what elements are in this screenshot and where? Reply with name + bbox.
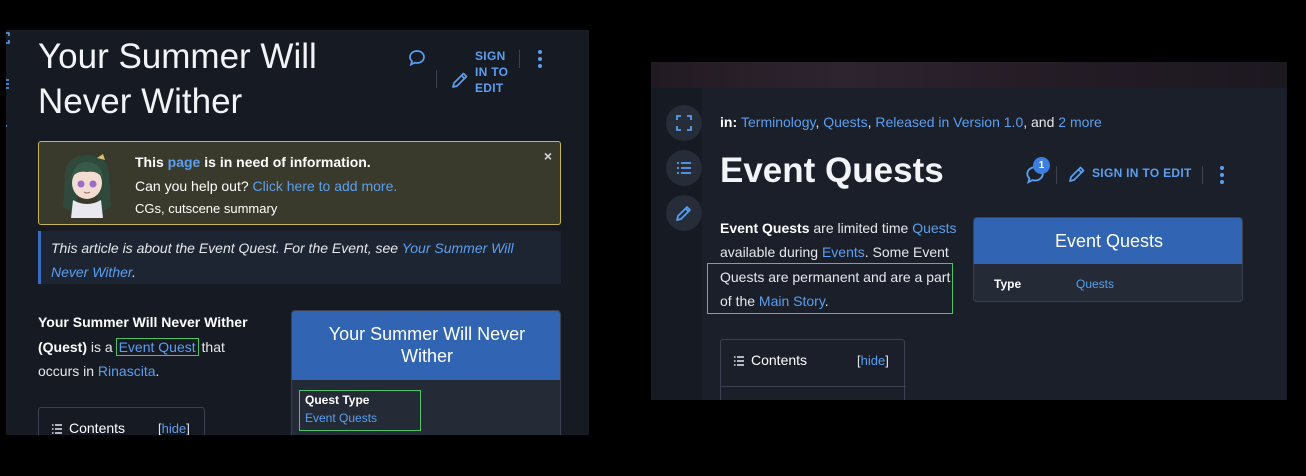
expand-icon[interactable] (6, 32, 12, 46)
category-link-quests[interactable]: Quests (823, 114, 867, 130)
category-link-more[interactable]: 2 more (1058, 114, 1102, 130)
kebab-icon[interactable] (1216, 164, 1228, 186)
toc-title: Contents (751, 352, 808, 368)
toc-hide-link[interactable]: hide (162, 421, 187, 435)
infobox-value-link[interactable]: Quests (1076, 277, 1114, 291)
right-panel: in: Terminology, Quests, Released in Ver… (651, 62, 1287, 400)
intro-paragraph: Your Summer Will Never Wither (Quest) is… (38, 314, 248, 379)
table-of-contents: Contents [hide] (720, 339, 906, 400)
rinascita-link[interactable]: Rinascita (98, 363, 156, 379)
infobox: Your Summer Will Never Wither Quest Type… (291, 310, 561, 435)
list-icon[interactable] (6, 78, 12, 92)
edit-button[interactable] (666, 195, 702, 231)
hatnote: This article is about the Event Quest. F… (38, 231, 561, 284)
notice-missing: CGs, cutscene summary (135, 201, 278, 216)
infobox-label: Type (994, 277, 1022, 291)
divider (1056, 166, 1057, 184)
comment-count-badge: 1 (1033, 157, 1050, 174)
add-more-link[interactable]: Click here to add more. (253, 178, 398, 194)
notice-help: Can you help out? Click here to add more… (135, 178, 398, 194)
close-icon[interactable]: × (544, 148, 552, 164)
chevron-right-icon[interactable] (6, 120, 12, 134)
toc-icon (51, 422, 63, 434)
toc-icon (733, 354, 745, 366)
side-rail (6, 30, 20, 150)
header-banner (651, 62, 1287, 88)
infobox: Event Quests Type Quests (973, 217, 1243, 302)
category-link-version[interactable]: Released in Version 1.0 (875, 114, 1023, 130)
event-quest-link[interactable]: Event Quest (115, 337, 199, 356)
category-list: in: Terminology, Quests, Released in Ver… (720, 114, 1102, 130)
infobox-title: Your Summer Will Never Wither (292, 311, 560, 380)
pencil-icon (676, 206, 691, 221)
pencil-icon[interactable] (1067, 164, 1087, 184)
expand-button[interactable] (666, 105, 702, 141)
page-link[interactable]: page (168, 154, 201, 170)
toc-hide: [hide] (857, 353, 889, 368)
list-icon (677, 162, 691, 174)
divider (436, 70, 437, 88)
character-avatar-icon (57, 150, 117, 218)
infobox-value-link[interactable]: Event Quests (305, 411, 377, 425)
table-of-contents: Contents [hide] (38, 407, 205, 435)
pencil-icon[interactable] (450, 70, 470, 90)
left-panel: Your Summer Will Never Wither SIGN IN TO… (6, 30, 589, 435)
page-title: Your Summer Will Never Wither (38, 37, 317, 121)
page-title: Event Quests (720, 151, 944, 190)
category-link-terminology[interactable]: Terminology (741, 114, 815, 130)
divider (519, 50, 520, 68)
contents-button[interactable] (666, 150, 702, 186)
divider (1202, 166, 1203, 184)
kebab-icon[interactable] (534, 48, 546, 70)
quests-link[interactable]: Quests (912, 220, 956, 236)
infobox-label: Quest Type (305, 393, 370, 407)
highlight-box (707, 263, 953, 314)
sign-in-to-edit-button[interactable]: SIGN IN TO EDIT (475, 48, 515, 96)
notice-heading: This page is in need of information. (135, 154, 371, 170)
divider (721, 386, 906, 387)
events-link[interactable]: Events (822, 244, 865, 260)
comment-icon[interactable] (407, 48, 427, 68)
infobox-title: Event Quests (974, 218, 1242, 264)
toc-hide-link[interactable]: hide (861, 353, 886, 368)
toc-title: Contents (69, 420, 126, 435)
needs-info-notice: This page is in need of information. Can… (38, 141, 561, 225)
sign-in-to-edit-button[interactable]: SIGN IN TO EDIT (1092, 166, 1192, 180)
toc-hide: [hide] (158, 421, 190, 435)
expand-icon (676, 115, 692, 131)
